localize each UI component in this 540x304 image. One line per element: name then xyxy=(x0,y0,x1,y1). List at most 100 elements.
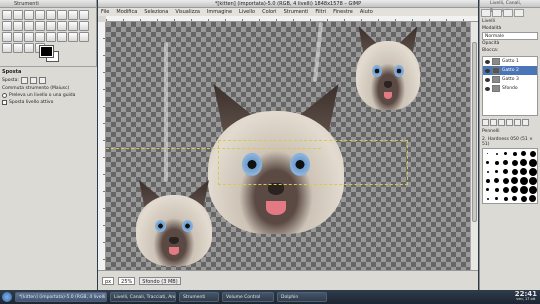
active-layer-checkbox[interactable] xyxy=(2,100,7,105)
unit-selector[interactable]: px xyxy=(102,276,115,285)
visibility-eye-icon[interactable] xyxy=(485,86,490,91)
brush-preview[interactable] xyxy=(510,167,519,176)
brush-preview[interactable] xyxy=(510,194,519,203)
lower-layer-button[interactable] xyxy=(498,119,505,126)
option-active-row[interactable]: Sposta livello attivo xyxy=(2,100,95,105)
shear-tool-icon[interactable] xyxy=(2,32,12,42)
layer-row[interactable]: Gatto 1 xyxy=(483,57,537,66)
clock[interactable]: 22:41 ven, 17 ott xyxy=(515,291,540,302)
menu-item[interactable]: Modifica xyxy=(116,8,137,16)
rotate-tool-icon[interactable] xyxy=(68,21,78,31)
brush-preview[interactable] xyxy=(492,149,501,158)
brush-preview[interactable] xyxy=(519,149,528,158)
menu-item[interactable]: Finestre xyxy=(333,8,353,16)
tab-layers[interactable] xyxy=(481,9,491,17)
pencil-tool-icon[interactable] xyxy=(79,32,89,42)
brush-preview[interactable] xyxy=(528,176,537,185)
tab-channels[interactable] xyxy=(492,9,502,17)
brush-preview[interactable] xyxy=(483,167,492,176)
scale-tool-icon[interactable] xyxy=(79,21,89,31)
delete-layer-button[interactable] xyxy=(522,119,529,126)
paths-tool-icon[interactable] xyxy=(79,10,89,20)
color-picker-tool-icon[interactable] xyxy=(2,21,12,31)
layer-row[interactable]: Sfondo xyxy=(483,84,537,93)
tab-undo[interactable] xyxy=(514,9,524,17)
taskbar-task[interactable]: Strumenti xyxy=(179,292,219,302)
taskbar-task[interactable]: Livelli, Canali, Tracciati, Annulla – Pe… xyxy=(110,292,176,302)
layer-row[interactable]: Gatto 2 xyxy=(483,66,537,75)
blend-tool-icon[interactable] xyxy=(68,32,78,42)
mode-select[interactable]: Normale xyxy=(482,32,538,40)
vertical-scrollbar[interactable] xyxy=(470,22,478,270)
free-select-tool-icon[interactable] xyxy=(24,10,34,20)
brush-preview[interactable] xyxy=(501,167,510,176)
brush-preview[interactable] xyxy=(528,149,537,158)
paintbrush-tool-icon[interactable] xyxy=(2,43,12,53)
visibility-eye-icon[interactable] xyxy=(485,77,490,82)
visibility-eye-icon[interactable] xyxy=(485,68,490,73)
move-selection-button[interactable] xyxy=(29,77,37,84)
brush-preview[interactable] xyxy=(501,176,510,185)
text-tool-icon[interactable] xyxy=(46,32,56,42)
airbrush-tool-icon[interactable] xyxy=(24,43,34,53)
start-menu-icon[interactable] xyxy=(2,292,12,302)
measure-tool-icon[interactable] xyxy=(24,21,34,31)
menu-item[interactable]: Seleziona xyxy=(144,8,168,16)
menu-item[interactable]: Colori xyxy=(262,8,276,16)
eraser-tool-icon[interactable] xyxy=(13,43,23,53)
rect-select-tool-icon[interactable] xyxy=(2,10,12,20)
brush-preview[interactable] xyxy=(519,185,528,194)
brush-preview[interactable] xyxy=(528,194,537,203)
vertical-ruler[interactable] xyxy=(98,22,106,270)
new-layer-button[interactable] xyxy=(482,119,489,126)
duplicate-layer-button[interactable] xyxy=(506,119,513,126)
option-pick-row[interactable]: Preleva un livello o una guida xyxy=(2,93,95,98)
brush-preview[interactable] xyxy=(483,176,492,185)
fuzzy-select-tool-icon[interactable] xyxy=(35,10,45,20)
foreground-select-tool-icon[interactable] xyxy=(68,10,78,20)
menu-item[interactable]: Immagine xyxy=(207,8,232,16)
brush-preview[interactable] xyxy=(483,185,492,194)
bucket-fill-tool-icon[interactable] xyxy=(57,32,67,42)
raise-layer-button[interactable] xyxy=(490,119,497,126)
brush-preview[interactable] xyxy=(528,158,537,167)
align-tool-icon[interactable] xyxy=(46,21,56,31)
flip-tool-icon[interactable] xyxy=(24,32,34,42)
menu-item[interactable]: Aiuto xyxy=(360,8,373,16)
perspective-tool-icon[interactable] xyxy=(13,32,23,42)
ellipse-select-tool-icon[interactable] xyxy=(13,10,23,20)
brush-preview[interactable] xyxy=(492,158,501,167)
taskbar-task[interactable]: *[kitten] (importata)-5.0 (RGB, 4 livell… xyxy=(15,292,107,302)
brush-preview[interactable] xyxy=(492,167,501,176)
move-tool-icon[interactable] xyxy=(35,21,45,31)
image-canvas[interactable] xyxy=(106,22,470,270)
anchor-layer-button[interactable] xyxy=(514,119,521,126)
brush-preview[interactable] xyxy=(519,158,528,167)
menu-item[interactable]: File xyxy=(101,8,109,16)
cage-tool-icon[interactable] xyxy=(35,32,45,42)
move-layer-button[interactable] xyxy=(20,77,28,84)
menu-item[interactable]: Livello xyxy=(239,8,255,16)
brush-preview[interactable] xyxy=(510,158,519,167)
move-path-button[interactable] xyxy=(38,77,46,84)
brush-preview[interactable] xyxy=(519,167,528,176)
brush-preview[interactable] xyxy=(492,194,501,203)
brush-preview[interactable] xyxy=(483,194,492,203)
brush-preview[interactable] xyxy=(501,158,510,167)
brush-preview[interactable] xyxy=(510,149,519,158)
zoom-tool-icon[interactable] xyxy=(13,21,23,31)
pick-layer-radio[interactable] xyxy=(2,93,7,98)
tab-paths[interactable] xyxy=(503,9,513,17)
brush-preview[interactable] xyxy=(528,185,537,194)
brush-preview[interactable] xyxy=(528,167,537,176)
brush-preview[interactable] xyxy=(501,185,510,194)
brush-preview[interactable] xyxy=(519,176,528,185)
visibility-eye-icon[interactable] xyxy=(485,59,490,64)
brush-preview[interactable] xyxy=(510,185,519,194)
menu-item[interactable]: Visualizza xyxy=(175,8,200,16)
brush-preview[interactable] xyxy=(492,185,501,194)
zoom-selector[interactable]: 25% xyxy=(118,276,136,285)
layer-row[interactable]: Gatto 3 xyxy=(483,75,537,84)
scissors-tool-icon[interactable] xyxy=(57,10,67,20)
menu-item[interactable]: Strumenti xyxy=(284,8,309,16)
